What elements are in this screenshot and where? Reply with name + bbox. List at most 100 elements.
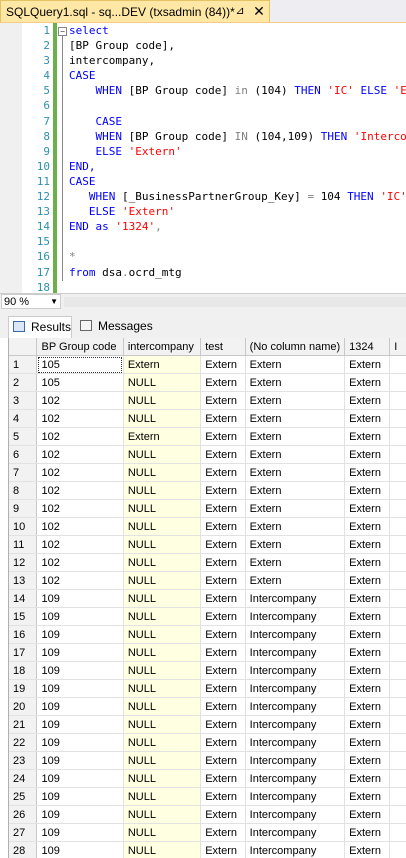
table-cell[interactable]: Extern	[123, 355, 202, 374]
table-cell[interactable]: 102	[36, 427, 124, 446]
table-cell[interactable]: Extern	[344, 409, 391, 428]
table-cell[interactable]: Intercompany	[245, 715, 346, 734]
close-icon[interactable]: ✕	[251, 3, 267, 19]
table-row[interactable]: 28 109 NULL Extern Intercompany Extern	[9, 841, 406, 858]
column-header[interactable]: 1324	[344, 338, 391, 356]
table-cell[interactable]: 102	[36, 481, 124, 500]
table-row[interactable]: 25 109 NULL Extern Intercompany Extern	[9, 787, 406, 806]
table-cell[interactable]: Extern	[344, 481, 391, 500]
row-number[interactable]: 17	[9, 643, 38, 662]
table-cell[interactable]: Intercompany	[245, 733, 346, 752]
table-cell[interactable]	[389, 769, 406, 788]
table-row[interactable]: 21 109 NULL Extern Intercompany Extern	[9, 715, 406, 734]
table-cell[interactable]: Extern	[245, 427, 346, 446]
table-cell[interactable]: Extern	[344, 751, 391, 770]
table-cell[interactable]: Extern	[200, 625, 246, 644]
table-cell[interactable]: Extern	[245, 481, 346, 500]
table-row[interactable]: 11 102 NULL Extern Extern Extern	[9, 535, 406, 554]
table-cell[interactable]	[389, 409, 406, 428]
row-number[interactable]: 26	[9, 805, 38, 824]
table-cell[interactable]: NULL	[123, 625, 202, 644]
table-cell[interactable]: Extern	[200, 589, 246, 608]
query-tab[interactable]: SQLQuery1.sql - sq...DEV (txsadmin (84))…	[0, 0, 270, 22]
table-cell[interactable]	[389, 787, 406, 806]
table-cell[interactable]	[389, 535, 406, 554]
table-cell[interactable]: NULL	[123, 553, 202, 572]
table-cell[interactable]: NULL	[123, 535, 202, 554]
table-cell[interactable]: Extern	[200, 607, 246, 626]
row-number[interactable]: 22	[9, 733, 38, 752]
table-row[interactable]: 1 105 Extern Extern Extern Extern	[9, 355, 406, 374]
table-cell[interactable]: 109	[36, 625, 124, 644]
table-row[interactable]: 7 102 NULL Extern Extern Extern	[9, 463, 406, 482]
table-row[interactable]: 27 109 NULL Extern Intercompany Extern	[9, 823, 406, 842]
table-cell[interactable]: Intercompany	[245, 769, 346, 788]
table-cell[interactable]: Extern	[344, 571, 391, 590]
column-header[interactable]: intercompany	[123, 338, 202, 356]
table-cell[interactable]: 109	[36, 589, 124, 608]
table-cell[interactable]: Extern	[344, 643, 391, 662]
table-cell[interactable]: Extern	[245, 553, 346, 572]
table-cell[interactable]: 105	[36, 355, 124, 374]
table-cell[interactable]: 109	[36, 841, 124, 858]
table-cell[interactable]: 109	[36, 733, 124, 752]
table-cell[interactable]	[389, 751, 406, 770]
row-number[interactable]: 4	[9, 409, 38, 428]
table-cell[interactable]: Extern	[200, 715, 246, 734]
table-cell[interactable]: NULL	[123, 409, 202, 428]
results-grid[interactable]: BP Group code intercompany test (No column …	[8, 338, 406, 858]
table-cell[interactable]: 109	[36, 787, 124, 806]
row-number[interactable]: 14	[9, 589, 38, 608]
table-cell[interactable]	[389, 589, 406, 608]
table-cell[interactable]	[389, 499, 406, 518]
table-cell[interactable]: Intercompany	[245, 805, 346, 824]
table-row[interactable]: 26 109 NULL Extern Intercompany Extern	[9, 805, 406, 824]
table-cell[interactable]: NULL	[123, 715, 202, 734]
table-cell[interactable]: NULL	[123, 823, 202, 842]
row-number[interactable]: 5	[9, 427, 38, 446]
table-row[interactable]: 18 109 NULL Extern Intercompany Extern	[9, 661, 406, 680]
table-cell[interactable]: 102	[36, 409, 124, 428]
table-cell[interactable]: NULL	[123, 499, 202, 518]
table-row[interactable]: 4 102 NULL Extern Extern Extern	[9, 409, 406, 428]
table-cell[interactable]: NULL	[123, 679, 202, 698]
table-cell[interactable]: Extern	[200, 643, 246, 662]
table-cell[interactable]: 102	[36, 463, 124, 482]
table-cell[interactable]: Intercompany	[245, 751, 346, 770]
table-cell[interactable]: Extern	[200, 481, 246, 500]
row-number[interactable]: 28	[9, 841, 38, 858]
row-number[interactable]: 1	[9, 355, 38, 374]
table-cell[interactable]: NULL	[123, 733, 202, 752]
table-cell[interactable]	[389, 643, 406, 662]
table-cell[interactable]: Extern	[245, 517, 346, 536]
table-row[interactable]: 5 102 Extern Extern Extern Extern	[9, 427, 406, 446]
table-cell[interactable]: 109	[36, 769, 124, 788]
table-cell[interactable]: 109	[36, 697, 124, 716]
table-row[interactable]: 6 102 NULL Extern Extern Extern	[9, 445, 406, 464]
table-cell[interactable]: Extern	[200, 391, 246, 410]
table-cell[interactable]: Extern	[344, 463, 391, 482]
table-cell[interactable]: Extern	[200, 355, 246, 374]
table-cell[interactable]: NULL	[123, 643, 202, 662]
table-cell[interactable]: Extern	[245, 571, 346, 590]
table-cell[interactable]	[389, 661, 406, 680]
zoom-dropdown[interactable]: 90 % ▼	[1, 294, 61, 309]
table-row[interactable]: 15 109 NULL Extern Intercompany Extern	[9, 607, 406, 626]
table-cell[interactable]	[389, 553, 406, 572]
table-cell[interactable]: Extern	[344, 733, 391, 752]
row-number[interactable]: 11	[9, 535, 38, 554]
table-cell[interactable]: NULL	[123, 391, 202, 410]
table-cell[interactable]: Extern	[200, 427, 246, 446]
table-cell[interactable]	[389, 571, 406, 590]
table-row[interactable]: 19 109 NULL Extern Intercompany Extern	[9, 679, 406, 698]
table-cell[interactable]: 109	[36, 679, 124, 698]
table-cell[interactable]	[389, 373, 406, 392]
table-row[interactable]: 22 109 NULL Extern Intercompany Extern	[9, 733, 406, 752]
table-cell[interactable]: Extern	[344, 499, 391, 518]
table-cell[interactable]: Intercompany	[245, 823, 346, 842]
row-number[interactable]: 2	[9, 373, 38, 392]
table-cell[interactable]: 109	[36, 661, 124, 680]
table-row[interactable]: 16 109 NULL Extern Intercompany Extern	[9, 625, 406, 644]
table-cell[interactable]: Extern	[200, 751, 246, 770]
row-number[interactable]: 10	[9, 517, 38, 536]
